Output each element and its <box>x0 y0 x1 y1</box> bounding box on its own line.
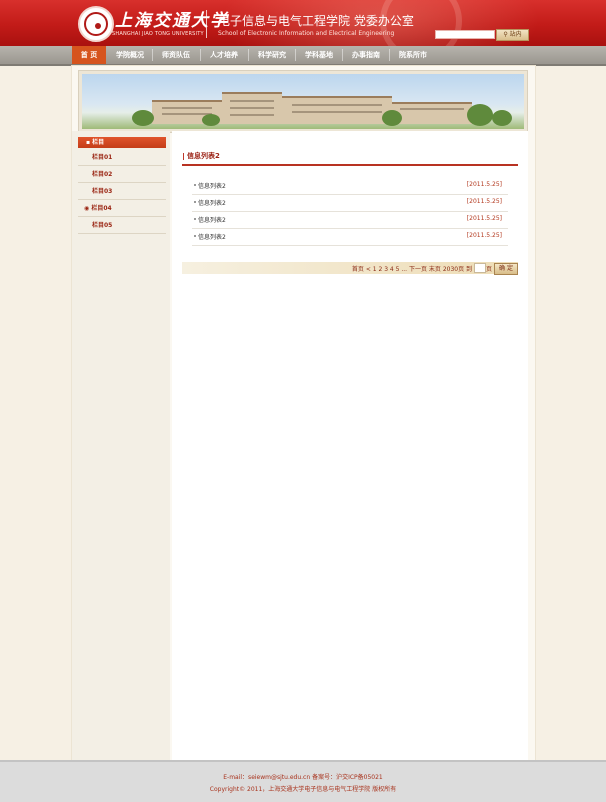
nav-home[interactable]: 首 页 <box>72 46 106 64</box>
nav-faculty[interactable]: 师资队伍 <box>154 46 198 64</box>
sidebar-item-01[interactable]: 栏目01 <box>78 149 166 166</box>
list-item-date: [2011.5.25] <box>466 232 502 239</box>
list-item[interactable]: 信息列表2 [2011.5.25] <box>192 211 508 229</box>
list-item-title[interactable]: 信息列表2 <box>198 181 226 190</box>
sidebar-heading: ▪ 栏目 <box>78 137 166 148</box>
nav-guide[interactable]: 办事指南 <box>344 46 388 64</box>
title-rule <box>182 164 518 166</box>
page-number-input[interactable] <box>474 263 486 273</box>
list-item[interactable]: 信息列表2 [2011.5.25] <box>192 177 508 195</box>
site-footer: E-mail：seiewm@sjtu.edu.cn 备案号：沪交ICP备0502… <box>0 760 606 802</box>
site-header: 上海交通大学 SHANGHAI JIAO TONG UNIVERSITY 电子信… <box>0 0 606 46</box>
main-nav: 首 页 学院概况 师资队伍 人才培养 科学研究 学科基地 办事指南 院系所市 <box>0 46 606 66</box>
list-item-date: [2011.5.25] <box>466 181 502 188</box>
search-icon: ⚲ <box>503 31 508 38</box>
bullet-icon <box>194 235 196 237</box>
list-item-title[interactable]: 信息列表2 <box>198 198 226 207</box>
bullet-icon <box>194 201 196 203</box>
search-button-label: 站内 <box>509 31 522 38</box>
header-divider <box>206 10 207 38</box>
sidebar-item-02[interactable]: 栏目02 <box>78 166 166 183</box>
campus-photo <box>82 74 524 129</box>
page-unit-label: 页 <box>486 266 493 273</box>
list-item-date: [2011.5.25] <box>466 215 502 222</box>
sidebar-item-05[interactable]: 栏目05 <box>78 217 166 234</box>
school-name-en: School of Electronic Information and Ele… <box>218 30 395 37</box>
bullet-icon <box>194 218 196 220</box>
school-name-cn: 电子信息与电气工程学院 党委办公室 <box>218 14 414 28</box>
university-logo-icon[interactable] <box>78 6 114 42</box>
list-item-title[interactable]: 信息列表2 <box>198 232 226 241</box>
university-name-en: SHANGHAI JIAO TONG UNIVERSITY <box>112 31 204 37</box>
pagination-links[interactable]: 首页 < 1 2 3 4 5 ... 下一页 末页 2030页 到 <box>352 264 472 273</box>
nav-research[interactable]: 科学研究 <box>250 46 294 64</box>
nav-about[interactable]: 学院概况 <box>108 46 152 64</box>
footer-copyright: Copyright© 2011，上海交通大学电子信息与电气工程学院 版权所有 <box>209 786 397 793</box>
sidebar-item-03[interactable]: 栏目03 <box>78 183 166 200</box>
sidebar-item-04[interactable]: ◉ 栏目04 <box>78 200 166 217</box>
search-button[interactable]: ⚲ 站内 <box>496 29 529 41</box>
university-name-cn: 上海交通大学 <box>115 11 229 31</box>
list-item[interactable]: 信息列表2 [2011.5.25] <box>192 228 508 246</box>
bullet-icon <box>194 184 196 186</box>
footer-contact: E-mail：seiewm@sjtu.edu.cn 备案号：沪交ICP备0502… <box>223 774 383 781</box>
nav-departments[interactable]: 院系所市 <box>391 46 435 64</box>
list-item-title[interactable]: 信息列表2 <box>198 215 226 224</box>
list-item-date: [2011.5.25] <box>466 198 502 205</box>
nav-disciplines[interactable]: 学科基地 <box>297 46 341 64</box>
pagination-bar: 首页 < 1 2 3 4 5 ... 下一页 末页 2030页 到 <box>182 262 518 274</box>
list-item[interactable]: 信息列表2 [2011.5.25] <box>192 194 508 212</box>
campus-banner <box>78 70 528 133</box>
page-go-button[interactable]: 确 定 <box>494 263 518 275</box>
nav-education[interactable]: 人才培养 <box>202 46 246 64</box>
title-marker <box>183 153 184 160</box>
page-title: 信息列表2 <box>187 152 220 160</box>
search-input[interactable] <box>435 30 495 39</box>
